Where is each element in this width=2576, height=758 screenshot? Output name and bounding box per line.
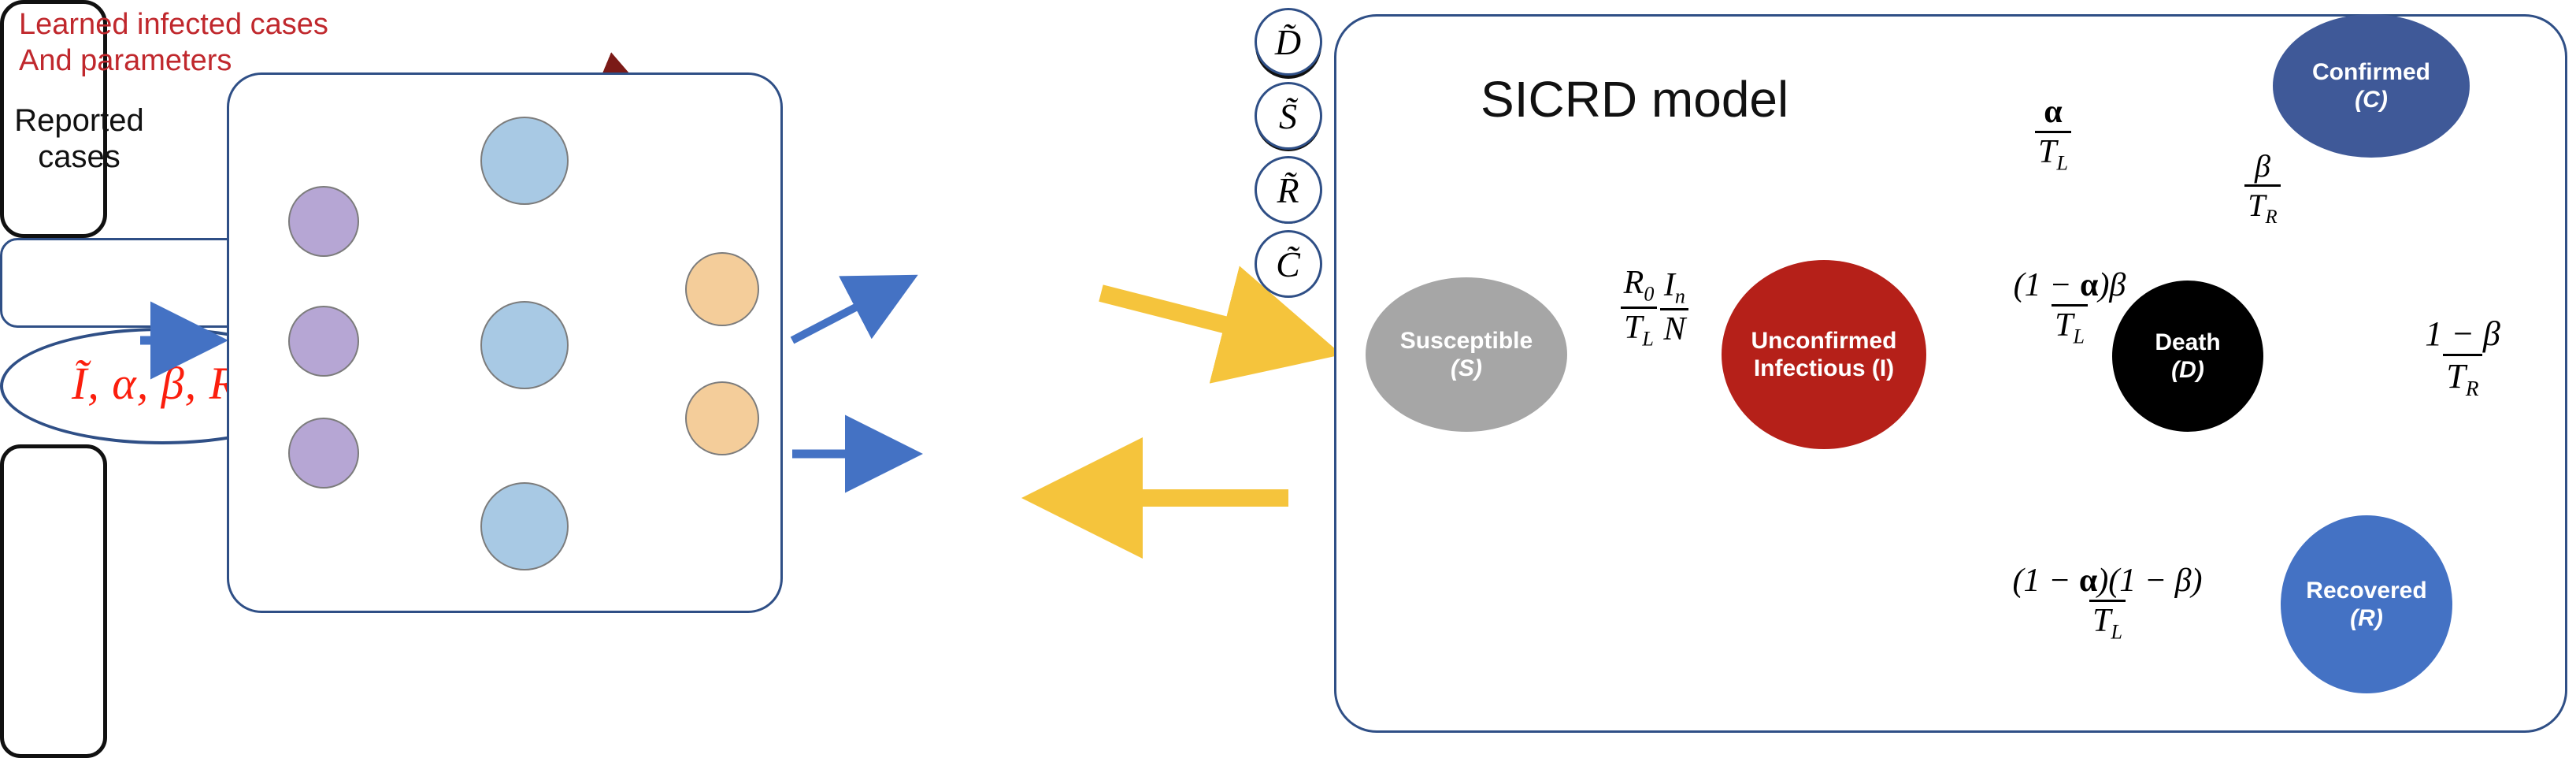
compartment-recovered-line2: (R) — [2350, 605, 2383, 631]
diagram-canvas: Reported cases t C D Learned infected ca… — [0, 0, 2576, 758]
compartment-confirmed-line1: Confirmed — [2312, 58, 2430, 85]
rate-label-c-to-d: β TR — [2219, 140, 2306, 235]
reported-cases-label: Reported cases — [14, 103, 144, 174]
compartment-death-line2: (D) — [2171, 357, 2204, 383]
output-node-death: D̃ — [1254, 8, 1322, 76]
compartment-infectious-line1: Unconfirmed — [1751, 327, 1897, 354]
rate-label-i-to-r: (1 − α)(1 − β) TL — [2012, 562, 2203, 644]
learned-caption-text: Learned infected cases And parameters — [19, 6, 350, 80]
rate-label-i-to-d: (1 − α)β TL — [2013, 266, 2126, 348]
rate-label-c-to-r: 1 − β TR — [2425, 314, 2500, 400]
compartment-susceptible-line1: Susceptible — [1399, 327, 1533, 354]
arrow-network-to-parameters — [790, 274, 918, 344]
rate-label-i-to-c: α TL — [2010, 87, 2096, 181]
network-hidden-node-2 — [480, 301, 569, 389]
network-hidden-node-3 — [480, 482, 569, 570]
compartment-infectious-line2: Infectious (I) — [1753, 355, 1895, 381]
network-output-node-2 — [685, 381, 759, 455]
compartment-confirmed-line2: (C) — [2355, 87, 2388, 113]
arrow-parameters-to-model — [1099, 266, 1342, 384]
compartment-susceptible-line2: (S) — [1451, 355, 1482, 381]
rate-label-s-to-i: R0 TL In N — [1596, 260, 1714, 355]
learned-caption-line1: Learned infected cases — [19, 8, 328, 41]
compartment-susceptible: Susceptible (S) — [1366, 277, 1567, 432]
sicrd-model-title: SICRD model — [1481, 71, 1789, 128]
output-node-confirmed: C̃ — [1254, 230, 1322, 298]
learned-caption-line2: And parameters — [19, 44, 232, 78]
output-node-susceptible: S̃ — [1254, 82, 1322, 150]
compartment-recovered: Recovered (R) — [2281, 515, 2452, 693]
network-hidden-node-1 — [480, 117, 569, 205]
output-node-recovered: R̃ — [1254, 156, 1322, 224]
compartment-unconfirmed-infectious: Unconfirmed Infectious (I) — [1722, 260, 1926, 449]
network-input-node-2 — [288, 306, 359, 377]
compartment-recovered-line1: Recovered — [2306, 577, 2427, 604]
network-input-node-3 — [288, 418, 359, 489]
network-output-node-1 — [685, 252, 759, 326]
network-input-node-1 — [288, 186, 359, 257]
compartment-confirmed: Confirmed (C) — [2273, 14, 2470, 158]
